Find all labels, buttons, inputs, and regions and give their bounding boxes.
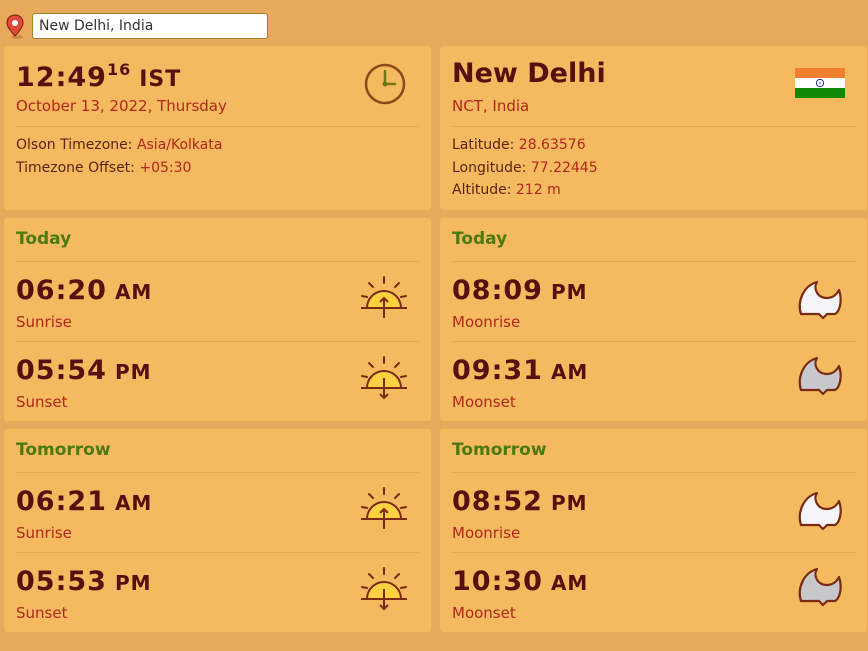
sunset-time-value: 05:53 xyxy=(16,566,107,597)
sunrise-ampm: AM xyxy=(114,280,153,304)
top-bar xyxy=(0,0,868,44)
location-search-input[interactable] xyxy=(32,13,268,39)
sunset-icon xyxy=(361,356,407,400)
clock-icon xyxy=(364,63,406,105)
map-pin-icon xyxy=(6,14,24,39)
moonrise-ampm: PM xyxy=(550,280,588,304)
moonrise-label: Moonrise xyxy=(452,524,521,542)
divider xyxy=(452,261,855,262)
moonrise-time-value: 08:52 xyxy=(452,486,543,517)
current-time-hm: 12:49 xyxy=(16,62,107,93)
timezone-offset: Timezone Offset: +05:30 xyxy=(16,160,191,176)
latitude-value: 28.63576 xyxy=(518,137,586,153)
divider xyxy=(16,472,419,473)
moon-today-heading: Today xyxy=(452,229,508,249)
moon-today-card: Today 08:09 PM Moonrise 09:31 AM Moonset xyxy=(439,217,868,422)
divider xyxy=(16,261,419,262)
divider xyxy=(16,126,419,127)
timezone-offset-value: +05:30 xyxy=(139,160,192,176)
sunrise-time: 06:21 AM xyxy=(16,486,152,517)
sunset-ampm: PM xyxy=(114,360,152,384)
sunset-label: Sunset xyxy=(16,604,68,622)
city-name: New Delhi xyxy=(452,58,606,89)
sunset-time-value: 05:54 xyxy=(16,355,107,386)
moonset-icon xyxy=(798,567,842,607)
sunrise-icon xyxy=(361,276,407,318)
moon-tomorrow-heading: Tomorrow xyxy=(452,440,547,460)
timezone-offset-label: Timezone Offset: xyxy=(16,160,135,176)
latitude: Latitude: 28.63576 xyxy=(452,137,586,153)
divider xyxy=(16,552,419,553)
sun-tomorrow-heading: Tomorrow xyxy=(16,440,111,460)
moonrise-icon xyxy=(798,491,842,531)
sun-today-card: Today 06:20 AM Sunrise 05:54 PM Sunset xyxy=(3,217,432,422)
moonset-icon xyxy=(798,356,842,396)
moonset-time: 10:30 AM xyxy=(452,566,588,597)
moonset-ampm: AM xyxy=(550,571,589,595)
olson-timezone-label: Olson Timezone: xyxy=(16,137,133,153)
sun-today-heading: Today xyxy=(16,229,72,249)
location-card: New Delhi NCT, India Latitude: 28.63576 … xyxy=(439,45,868,211)
moonset-time-value: 09:31 xyxy=(452,355,543,386)
longitude-label: Longitude: xyxy=(452,160,527,176)
current-time-seconds: 16 xyxy=(106,60,132,79)
divider xyxy=(452,472,855,473)
region-name: NCT, India xyxy=(452,97,530,115)
divider xyxy=(452,552,855,553)
altitude-label: Altitude: xyxy=(452,182,512,198)
current-date: October 13, 2022, Thursday xyxy=(16,97,227,115)
moonrise-label: Moonrise xyxy=(452,313,521,331)
longitude: Longitude: 77.22445 xyxy=(452,160,598,176)
sunrise-time-value: 06:20 xyxy=(16,275,107,306)
moonset-label: Moonset xyxy=(452,604,516,622)
moonrise-ampm: PM xyxy=(550,491,588,515)
moonrise-time: 08:52 PM xyxy=(452,486,588,517)
moonset-time: 09:31 AM xyxy=(452,355,588,386)
moonrise-time: 08:09 PM xyxy=(452,275,588,306)
sunset-icon xyxy=(361,567,407,611)
sunrise-icon xyxy=(361,487,407,529)
divider xyxy=(452,341,855,342)
clock-card: 12:4916 IST October 13, 2022, Thursday Ol… xyxy=(3,45,432,211)
moon-tomorrow-card: Tomorrow 08:52 PM Moonrise 10:30 AM Moonse… xyxy=(439,428,868,633)
india-flag-icon xyxy=(795,68,845,98)
sunset-label: Sunset xyxy=(16,393,68,411)
divider xyxy=(452,126,855,127)
altitude-value: 212 m xyxy=(515,182,561,198)
sunrise-ampm: AM xyxy=(114,491,153,515)
moonrise-icon xyxy=(798,280,842,320)
moonset-time-value: 10:30 xyxy=(452,566,543,597)
moonset-ampm: AM xyxy=(550,360,589,384)
timezone-abbr: IST xyxy=(139,67,182,92)
sunrise-time: 06:20 AM xyxy=(16,275,152,306)
divider xyxy=(16,341,419,342)
sunset-time: 05:53 PM xyxy=(16,566,152,597)
sunrise-label: Sunrise xyxy=(16,313,72,331)
sunrise-time-value: 06:21 xyxy=(16,486,107,517)
latitude-label: Latitude: xyxy=(452,137,515,153)
sunrise-label: Sunrise xyxy=(16,524,72,542)
sun-tomorrow-card: Tomorrow 06:21 AM Sunrise 05:53 PM Sunset xyxy=(3,428,432,633)
moonset-label: Moonset xyxy=(452,393,516,411)
olson-timezone-value: Asia/Kolkata xyxy=(136,137,223,153)
sunset-time: 05:54 PM xyxy=(16,355,152,386)
olson-timezone: Olson Timezone: Asia/Kolkata xyxy=(16,137,222,153)
sunset-ampm: PM xyxy=(114,571,152,595)
moonrise-time-value: 08:09 xyxy=(452,275,543,306)
longitude-value: 77.22445 xyxy=(530,160,598,176)
current-time: 12:4916 IST xyxy=(16,60,182,93)
altitude: Altitude: 212 m xyxy=(452,182,561,198)
